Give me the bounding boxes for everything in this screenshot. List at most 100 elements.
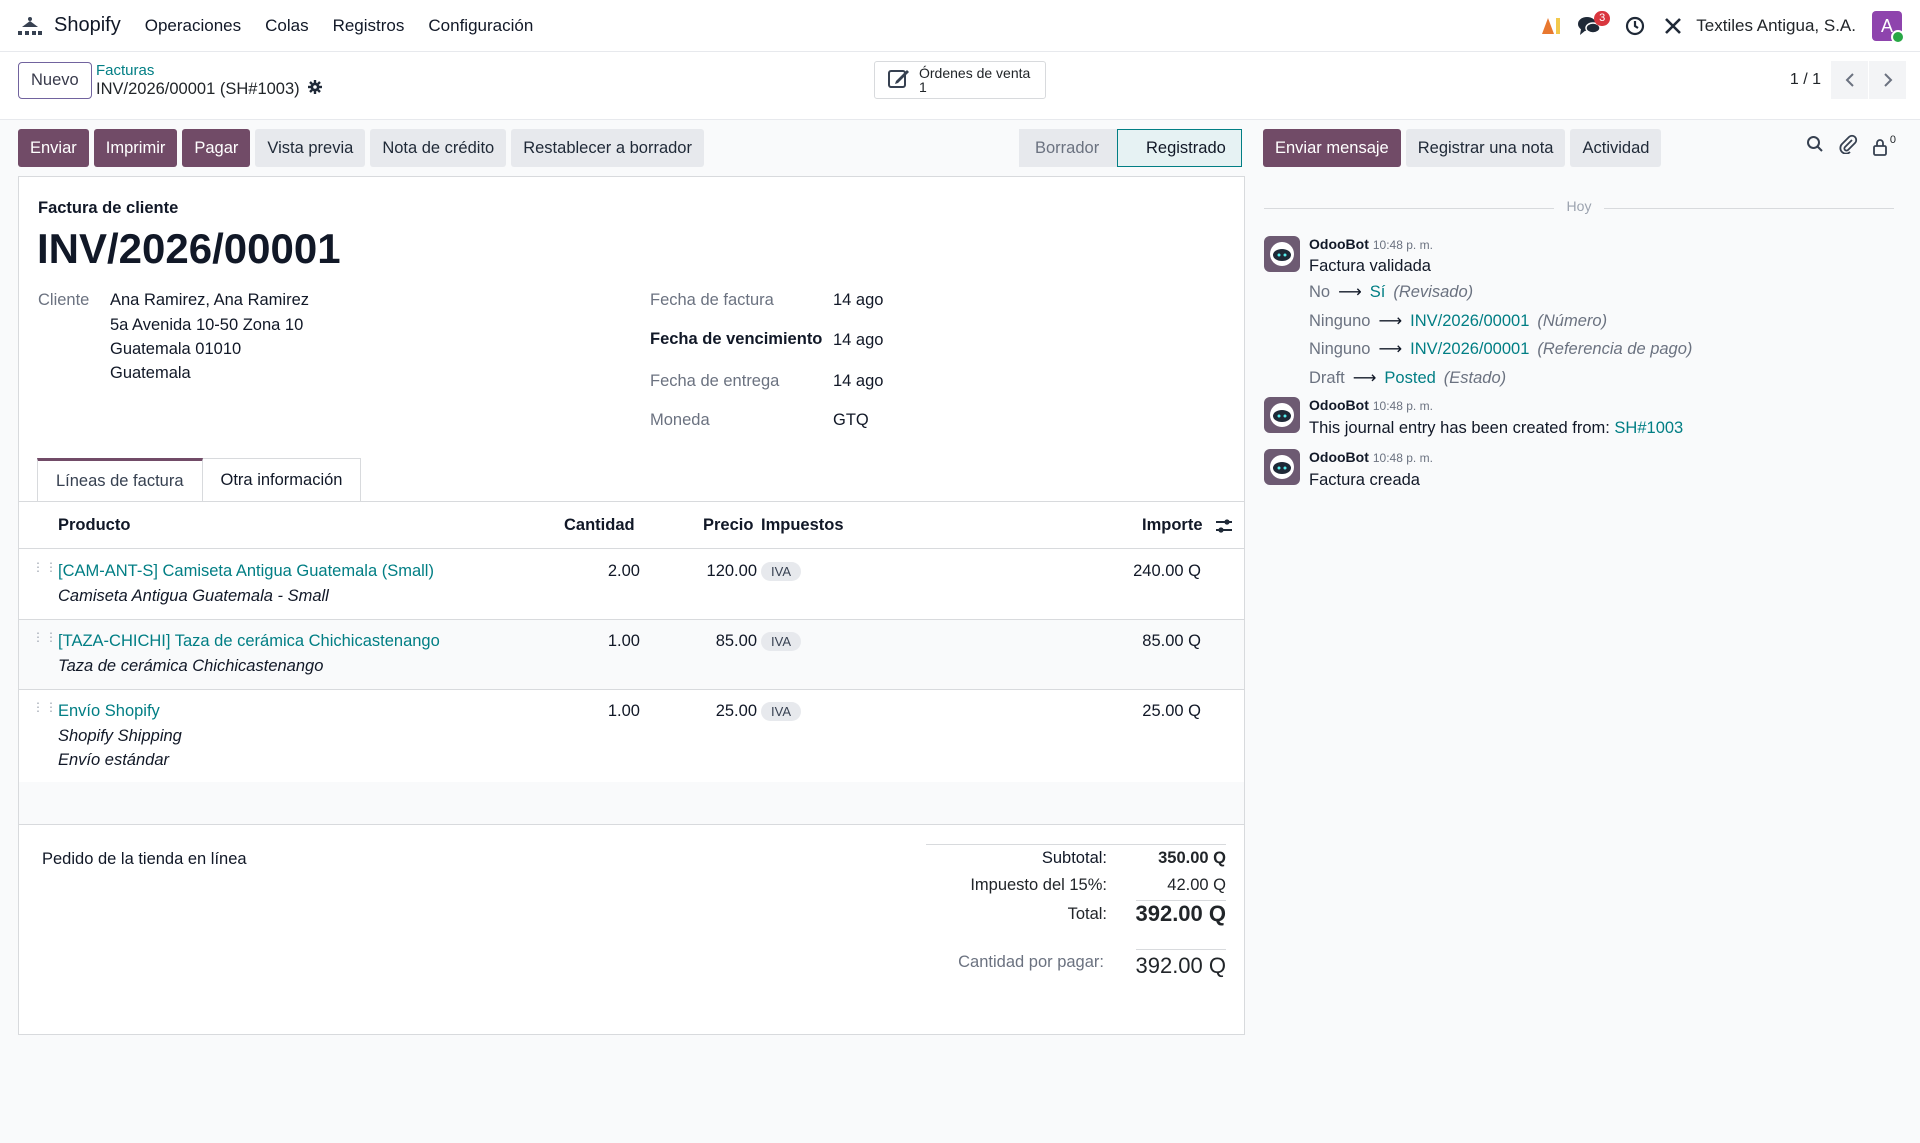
- status-posted[interactable]: Registrado: [1117, 129, 1242, 167]
- company-switcher[interactable]: Textiles Antigua, S.A.: [1696, 16, 1856, 36]
- total-value: 392.00 Q: [1135, 901, 1226, 926]
- sale-orders-smart-button[interactable]: Órdenes de venta 1: [874, 61, 1046, 99]
- menu-colas[interactable]: Colas: [265, 16, 308, 36]
- preview-button[interactable]: Vista previa: [255, 129, 366, 167]
- line-price[interactable]: 120.00: [707, 562, 757, 581]
- followers-button[interactable]: 0: [1872, 134, 1896, 156]
- currency-link[interactable]: GTQ: [833, 411, 869, 430]
- menu-registros[interactable]: Registros: [333, 16, 405, 36]
- col-price[interactable]: Precio: [703, 516, 753, 535]
- amount-due-value: 392.00 Q: [1135, 953, 1226, 978]
- smart-button-label: Órdenes de venta: [919, 65, 1031, 81]
- add-line-row[interactable]: [19, 782, 1244, 825]
- amount-due-label: Cantidad por pagar:: [958, 953, 1104, 971]
- pager-previous-button[interactable]: [1831, 61, 1868, 99]
- amount-due-divider: [1136, 949, 1226, 950]
- pager-value[interactable]: 1 / 1: [1790, 71, 1821, 89]
- credit-note-button[interactable]: Nota de crédito: [370, 129, 507, 167]
- tools-cross-icon[interactable]: [1660, 13, 1686, 39]
- message-body: Factura validada: [1309, 257, 1431, 275]
- activity-button[interactable]: Actividad: [1570, 129, 1662, 167]
- drag-handle-icon[interactable]: ⋮⋮: [32, 631, 58, 643]
- line-tax-badge[interactable]: IVA: [761, 702, 801, 721]
- odoobot-avatar[interactable]: [1264, 236, 1300, 272]
- line-quantity[interactable]: 1.00: [608, 632, 640, 651]
- table-row[interactable]: ⋮⋮ Envío Shopify Shopify Shipping Envío …: [19, 690, 1244, 783]
- send-button[interactable]: Enviar: [18, 129, 89, 167]
- app-name[interactable]: Shopify: [54, 14, 121, 37]
- user-avatar[interactable]: A: [1872, 11, 1905, 44]
- line-price[interactable]: 25.00: [716, 702, 757, 721]
- col-taxes[interactable]: Impuestos: [761, 516, 844, 535]
- paperclip-icon[interactable]: [1838, 134, 1858, 159]
- breadcrumb-facturas[interactable]: Facturas: [96, 62, 154, 79]
- smart-button-count: 1: [919, 79, 927, 95]
- customer-label: Cliente: [38, 291, 90, 309]
- message-author-name[interactable]: OdooBot: [1309, 397, 1369, 413]
- line-quantity[interactable]: 2.00: [608, 562, 640, 581]
- chatter-topbar-icons: 0: [1806, 134, 1896, 159]
- line-tax-badge[interactable]: IVA: [761, 632, 801, 651]
- line-tax-badge[interactable]: IVA: [761, 562, 801, 581]
- line-quantity[interactable]: 1.00: [608, 702, 640, 721]
- address-line2: Guatemala 01010: [110, 340, 242, 358]
- col-product[interactable]: Producto: [58, 516, 130, 535]
- column-settings-icon[interactable]: [1215, 518, 1233, 539]
- line-description: Taza de cerámica Chichicastenango: [58, 657, 324, 675]
- invoice-number: INV/2026/00001: [37, 225, 341, 272]
- odoobot-avatar[interactable]: [1264, 449, 1300, 485]
- invoice-date-label: Fecha de factura: [650, 291, 774, 309]
- line-price[interactable]: 85.00: [716, 632, 757, 651]
- tracking-line: Ninguno ⟶ INV/2026/00001 (Número): [1309, 311, 1607, 331]
- followers-count: 0: [1889, 133, 1896, 146]
- reset-to-draft-button[interactable]: Restablecer a borrador: [511, 129, 704, 167]
- invoice-date-value[interactable]: 14 ago: [833, 291, 883, 310]
- odoobot-avatar[interactable]: [1264, 397, 1300, 433]
- terms-narration[interactable]: Pedido de la tienda en línea: [42, 850, 247, 869]
- ai-icon[interactable]: [1538, 13, 1564, 39]
- status-draft[interactable]: Borrador: [1019, 129, 1117, 167]
- search-icon[interactable]: [1806, 135, 1824, 158]
- separator-line-right: [1604, 208, 1894, 209]
- smart-button-text: Órdenes de venta 1: [919, 66, 1030, 94]
- message-source-link[interactable]: SH#1003: [1614, 419, 1683, 437]
- pay-button[interactable]: Pagar: [182, 129, 251, 167]
- table-row[interactable]: ⋮⋮ [TAZA-CHICHI] Taza de cerámica Chichi…: [19, 620, 1244, 690]
- messages-icon[interactable]: 3: [1576, 11, 1611, 39]
- tracking-new-value: Sí: [1369, 283, 1386, 301]
- top-navbar: Shopify Operaciones Colas Registros Conf…: [0, 0, 1920, 52]
- message-author-name[interactable]: OdooBot: [1309, 449, 1369, 465]
- delivery-date-value[interactable]: 14 ago: [833, 372, 883, 391]
- due-date-value[interactable]: 14 ago: [833, 331, 883, 350]
- drag-handle-icon[interactable]: ⋮⋮: [32, 561, 58, 573]
- line-amount: 25.00 Q: [1142, 702, 1201, 720]
- tab-other-info[interactable]: Otra información: [202, 458, 362, 501]
- arrow-right-icon: ⟶: [1338, 283, 1362, 301]
- send-message-button[interactable]: Enviar mensaje: [1263, 129, 1401, 167]
- line-product[interactable]: [TAZA-CHICHI] Taza de cerámica Chichicas…: [58, 632, 440, 651]
- menu-operaciones[interactable]: Operaciones: [145, 16, 241, 36]
- print-button[interactable]: Imprimir: [93, 129, 178, 167]
- table-row[interactable]: ⋮⋮ [CAM-ANT-S] Camiseta Antigua Guatemal…: [19, 550, 1244, 620]
- pager-next-button[interactable]: [1869, 61, 1906, 99]
- customer-link[interactable]: Ana Ramirez, Ana Ramirez: [110, 291, 309, 310]
- new-button[interactable]: Nuevo: [18, 62, 92, 99]
- subtotal-value: 350.00 Q: [1158, 849, 1226, 867]
- menu-configuracion[interactable]: Configuración: [428, 16, 533, 36]
- tab-invoice-lines[interactable]: Líneas de factura: [37, 458, 203, 501]
- drag-handle-icon[interactable]: ⋮⋮: [32, 701, 58, 713]
- totals-divider: [926, 844, 1226, 845]
- message-body: Factura creada: [1309, 471, 1420, 489]
- message-author: OdooBot 10:48 p. m.: [1309, 236, 1433, 252]
- col-quantity[interactable]: Cantidad: [564, 516, 635, 535]
- message-author-name[interactable]: OdooBot: [1309, 236, 1369, 252]
- apps-menu-icon[interactable]: [14, 10, 46, 42]
- message-author: OdooBot 10:48 p. m.: [1309, 449, 1433, 465]
- line-product[interactable]: [CAM-ANT-S] Camiseta Antigua Guatemala (…: [58, 562, 434, 581]
- line-product[interactable]: Envío Shopify: [58, 702, 160, 721]
- col-amount[interactable]: Importe: [1142, 516, 1203, 535]
- gear-icon[interactable]: [307, 80, 322, 99]
- tracking-old-value: Draft: [1309, 369, 1345, 387]
- activity-clock-icon[interactable]: [1622, 13, 1648, 39]
- log-note-button[interactable]: Registrar una nota: [1405, 129, 1566, 167]
